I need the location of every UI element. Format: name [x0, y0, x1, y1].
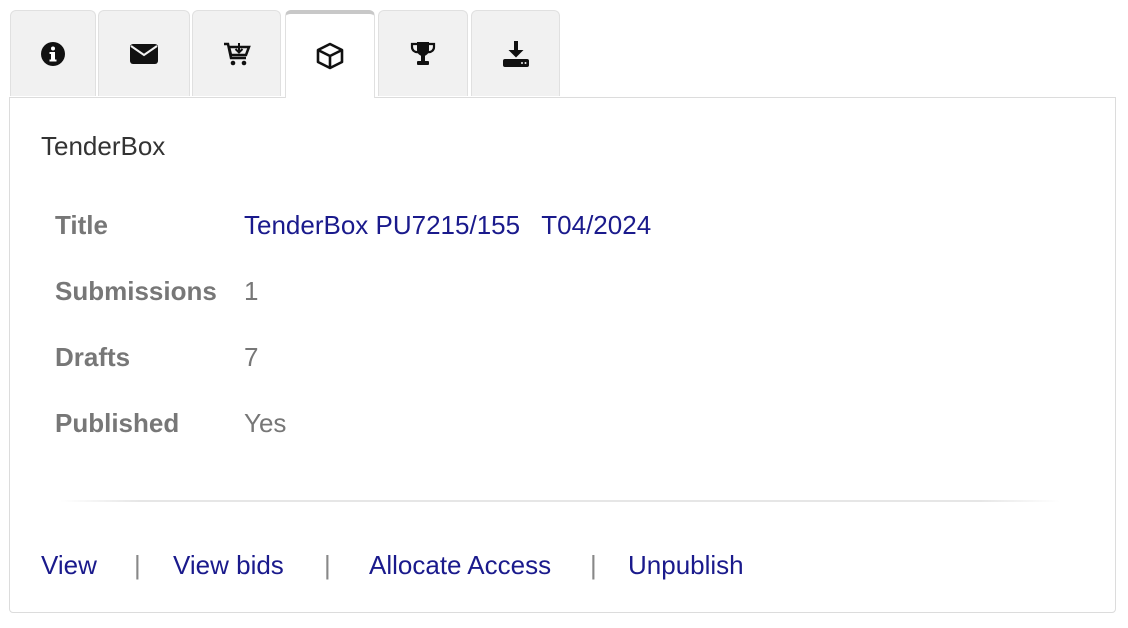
- allocate-access-link[interactable]: Allocate Access: [369, 550, 551, 581]
- envelope-icon: [129, 42, 159, 66]
- title-link[interactable]: TenderBox PU7215/155 T04/2024: [244, 210, 651, 241]
- submissions-value: 1: [244, 276, 259, 306]
- tab-downloads[interactable]: [471, 10, 560, 96]
- separator: |: [590, 550, 597, 580]
- published-value: Yes: [244, 408, 287, 438]
- separator: |: [134, 550, 141, 580]
- tenderbox-panel: TenderBox Title TenderBox PU7215/155 T04…: [9, 97, 1116, 613]
- drafts-value: 7: [244, 342, 259, 372]
- download-icon: [502, 40, 530, 68]
- cart-download-icon: [223, 41, 251, 67]
- info-icon: [40, 41, 66, 67]
- detail-label: Published: [55, 408, 180, 438]
- detail-label: Drafts: [55, 342, 131, 372]
- tab-info[interactable]: [10, 10, 96, 96]
- cube-icon: [316, 42, 344, 70]
- detail-label: Submissions: [55, 276, 217, 306]
- view-link[interactable]: View: [41, 550, 97, 581]
- panel-title: TenderBox: [41, 131, 166, 161]
- detail-label: Title: [55, 210, 108, 240]
- view-bids-link[interactable]: View bids: [173, 550, 284, 581]
- tab-orders[interactable]: [192, 10, 281, 96]
- divider: [60, 500, 1060, 502]
- separator: |: [324, 550, 331, 580]
- tab-tenderbox[interactable]: [285, 10, 375, 98]
- tab-awards[interactable]: [378, 10, 468, 96]
- unpublish-link[interactable]: Unpublish: [628, 550, 744, 581]
- trophy-icon: [409, 40, 437, 68]
- tab-messages[interactable]: [98, 10, 190, 96]
